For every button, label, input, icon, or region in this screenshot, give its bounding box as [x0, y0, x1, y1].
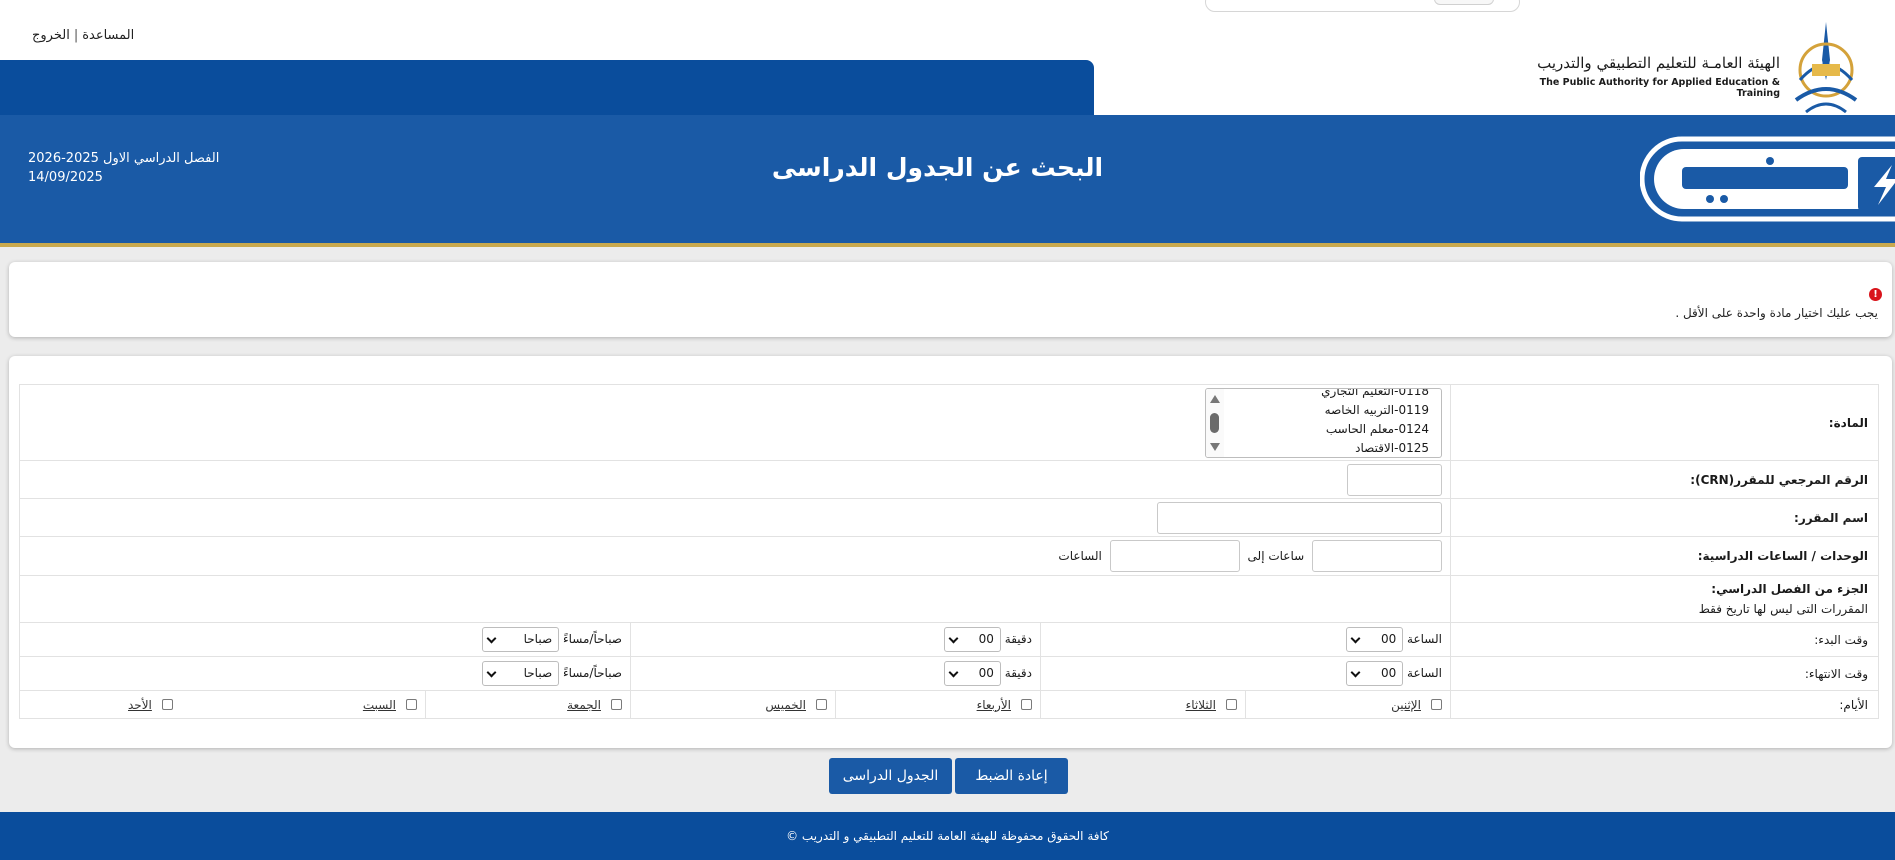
credits-between-text: ساعات إلى: [1247, 548, 1305, 563]
top-bar: المساعدة|الخروج الهيئة العامـة للتعليم ا…: [0, 0, 1895, 115]
error-message: يجب عليك اختيار مادة واحدة على الأقل .: [1675, 306, 1878, 320]
start-ampm-value: صباحا: [523, 632, 553, 646]
chevron-down-icon: [486, 633, 497, 644]
end-minute-value: 00: [978, 666, 994, 680]
subject-option[interactable]: 0124-معلم الحاسب: [1321, 420, 1429, 439]
chevron-down-icon: [948, 667, 959, 678]
end-minute-select[interactable]: 00: [943, 661, 1001, 686]
crn-row: الرقم المرجعي للمقرر(CRN):: [19, 460, 1879, 499]
org-name-english: The Public Authority for Applied Educati…: [1539, 77, 1780, 99]
day-label-wednesday: الأربعاء: [976, 697, 1011, 712]
day-checkbox-monday[interactable]: [1431, 698, 1442, 710]
nav-tab-bar: [0, 60, 1094, 115]
start-time-row: وقت البدء: الساعة 00 دقيقة 00 صباحاً/مسا…: [19, 622, 1879, 657]
kuwaitna-logo: [1640, 136, 1895, 222]
schedule-button[interactable]: الجدول الدراسى: [829, 758, 952, 794]
course-name-row: اسم المقرر:: [19, 498, 1879, 537]
scroll-up-icon[interactable]: [1210, 394, 1220, 403]
day-checkbox-thursday[interactable]: [816, 698, 827, 710]
org-name: الهيئة العامـة للتعليم التطبيقي والتدريب…: [1520, 54, 1780, 99]
logout-link[interactable]: الخروج: [32, 28, 70, 43]
subject-option[interactable]: 0119-التربيه الخاصه: [1321, 401, 1429, 420]
end-time-label: وقت الانتهاء:: [1450, 656, 1879, 691]
day-label-thursday: الخميس: [765, 697, 806, 712]
day-checkbox-friday[interactable]: [611, 698, 622, 710]
error-alert: ! يجب عليك اختيار مادة واحدة على الأقل .: [9, 262, 1892, 337]
end-ampm-label: صباحاً/مساءً: [562, 666, 622, 680]
credits-from-input[interactable]: [1312, 540, 1442, 572]
subject-label: المادة:: [1450, 384, 1879, 461]
subject-option[interactable]: 0118-التعليم التجاري: [1321, 389, 1429, 401]
day-checkbox-wednesday[interactable]: [1021, 698, 1032, 710]
start-ampm-select[interactable]: صباحا: [482, 627, 560, 652]
start-time-label: وقت البدء:: [1450, 622, 1879, 657]
subject-listbox[interactable]: 0118-التعليم التجاري 0119-التربيه الخاصه…: [1205, 387, 1442, 458]
chevron-down-icon: [486, 667, 497, 678]
end-time-row: وقت الانتهاء: الساعة 00 دقيقة 00 صباحاً/…: [19, 656, 1879, 691]
search-form: المادة: 0118-التعليم التجاري 0119-التربي…: [9, 356, 1892, 748]
start-hour-value: 00: [1380, 632, 1397, 646]
search-form-table: المادة: 0118-التعليم التجاري 0119-التربي…: [19, 384, 1879, 719]
top-links-separator: |: [73, 28, 79, 43]
course-name-label: اسم المقرر:: [1450, 498, 1879, 537]
start-hour-label: الساعة: [1407, 632, 1442, 646]
subject-row: المادة: 0118-التعليم التجاري 0119-التربي…: [19, 384, 1879, 461]
day-label-monday: الإثنين: [1391, 697, 1421, 712]
top-search-box[interactable]: [1205, 0, 1520, 12]
page-title: البحث عن الجدول الدراسى: [771, 153, 1104, 182]
day-label-saturday: السبت: [362, 697, 396, 712]
part-of-term-option[interactable]: المقررات التى ليس لها تاريخ فقط: [1451, 602, 1868, 616]
org-name-arabic: الهيئة العامـة للتعليم التطبيقي والتدريب: [1537, 54, 1780, 72]
start-hour-select[interactable]: 00: [1346, 627, 1404, 652]
start-ampm-label: صباحاً/مساءً: [562, 632, 622, 646]
paaet-logo: [1794, 22, 1858, 114]
days-label: الأيام:: [1450, 690, 1879, 719]
footer: كافة الحقوق محفوظة للهيئة العامة للتعليم…: [0, 812, 1895, 860]
part-of-term-label: الجزء من الفصل الدراسي:: [1711, 582, 1868, 596]
crn-input[interactable]: [1347, 463, 1442, 496]
top-links: المساعدة|الخروج: [32, 28, 134, 43]
chevron-down-icon: [1350, 667, 1361, 678]
copyright-text: كافة الحقوق محفوظة للهيئة العامة للتعليم…: [786, 829, 1109, 843]
start-minute-label: دقيقة: [1004, 632, 1032, 646]
chevron-down-icon: [1350, 633, 1361, 644]
header-band: الفصل الدراسي الاول 2025-2026 14/09/2025…: [0, 115, 1895, 247]
day-checkbox-saturday[interactable]: [406, 698, 417, 710]
top-search-button[interactable]: [1434, 0, 1494, 5]
start-minute-value: 00: [978, 632, 994, 646]
end-hour-value: 00: [1380, 666, 1397, 680]
day-checkbox-tuesday[interactable]: [1226, 698, 1237, 710]
scroll-thumb[interactable]: [1210, 412, 1219, 433]
start-minute-select[interactable]: 00: [943, 627, 1001, 652]
help-link[interactable]: المساعدة: [82, 28, 134, 43]
credits-suffix-text: الساعات: [1058, 548, 1102, 563]
end-minute-label: دقيقة: [1004, 666, 1032, 680]
day-label-sunday: الأحد: [127, 697, 152, 712]
credits-to-input[interactable]: [1109, 540, 1240, 572]
part-of-term-row: الجزء من الفصل الدراسي: المقررات التى لي…: [19, 575, 1879, 623]
scroll-down-icon[interactable]: [1210, 442, 1220, 451]
end-ampm-value: صباحا: [523, 666, 553, 680]
reset-button[interactable]: إعادة الضبط: [955, 758, 1068, 794]
chevron-down-icon: [948, 633, 959, 644]
day-checkbox-sunday[interactable]: [161, 698, 173, 710]
subject-option[interactable]: 0125-الاقتصاد: [1321, 439, 1429, 457]
crn-label: الرقم المرجعي للمقرر(CRN):: [1450, 460, 1879, 499]
end-hour-label: الساعة: [1407, 666, 1442, 680]
error-icon: !: [1869, 288, 1882, 301]
credits-row: الوحدات / الساعات الدراسية: ساعات إلى ال…: [19, 536, 1879, 576]
subject-scrollbar[interactable]: [1206, 388, 1224, 457]
days-row: الأيام: الإثنين الثلاثاء الأربعاء الخميس…: [19, 690, 1879, 719]
day-label-friday: الجمعة: [567, 697, 601, 712]
day-label-tuesday: الثلاثاء: [1185, 697, 1216, 712]
course-name-input[interactable]: [1157, 501, 1442, 534]
credits-label: الوحدات / الساعات الدراسية:: [1450, 536, 1879, 576]
end-hour-select[interactable]: 00: [1346, 661, 1404, 686]
end-ampm-select[interactable]: صباحا: [482, 661, 560, 686]
subject-options: 0118-التعليم التجاري 0119-التربيه الخاصه…: [1321, 389, 1429, 457]
